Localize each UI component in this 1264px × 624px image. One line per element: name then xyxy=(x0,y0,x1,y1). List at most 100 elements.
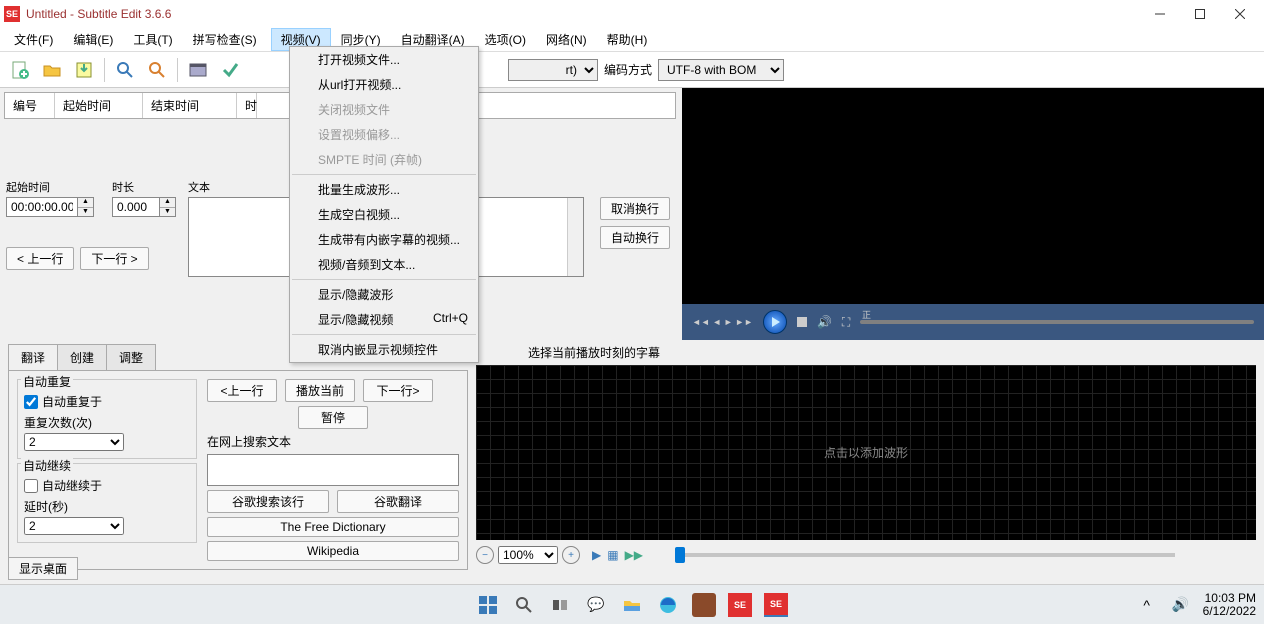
taskbar-app1-icon[interactable] xyxy=(692,593,716,617)
play-button[interactable] xyxy=(763,310,787,334)
waveform-hint: 点击以添加波形 xyxy=(824,444,908,461)
encoding-select[interactable]: UTF-8 with BOM xyxy=(658,59,784,81)
google-translate-button[interactable]: 谷歌翻译 xyxy=(337,490,459,513)
delay-select[interactable]: 2 xyxy=(24,517,124,535)
close-button[interactable] xyxy=(1220,0,1260,28)
pause-button[interactable]: 暂停 xyxy=(298,406,368,429)
auto-repeat-checkbox[interactable] xyxy=(24,395,38,409)
auto-wrap-button[interactable]: 自动换行 xyxy=(600,226,670,249)
menu-video-to-text[interactable]: 视频/音频到文本... xyxy=(290,252,478,277)
wave-grid-button[interactable]: ▦ xyxy=(607,548,618,562)
start-button[interactable] xyxy=(476,593,500,617)
taskbar-chat-icon[interactable]: 💬 xyxy=(584,593,608,617)
text-scrollbar[interactable] xyxy=(567,198,583,276)
taskbar-se-icon-active[interactable]: SE xyxy=(764,593,788,617)
skip-buttons[interactable]: ◄◄ ◄ ► ►► xyxy=(692,317,753,327)
col-end[interactable]: 结束时间 xyxy=(143,93,237,118)
col-duration[interactable]: 时 xyxy=(237,93,257,118)
waveform-canvas[interactable]: 点击以添加波形 xyxy=(476,365,1256,540)
start-time-label: 起始时间 xyxy=(6,179,94,195)
menu-network[interactable]: 网络(N) xyxy=(536,28,597,51)
volume-button[interactable]: 🔊 xyxy=(817,315,832,329)
rate-label: 正 xyxy=(862,308,871,321)
wave-skip-button[interactable]: ▶▶ xyxy=(625,548,643,562)
tab-translate[interactable]: 翻译 xyxy=(8,344,58,370)
delay-label: 延时(秒) xyxy=(24,498,190,515)
cancel-wrap-button[interactable]: 取消换行 xyxy=(600,197,670,220)
waveform-slider-thumb[interactable] xyxy=(675,547,685,563)
menu-gen-blank-video[interactable]: 生成空白视频... xyxy=(290,202,478,227)
maximize-button[interactable] xyxy=(1180,0,1220,28)
video-menu-dropdown: 打开视频文件... 从url打开视频... 关闭视频文件 设置视频偏移... S… xyxy=(289,46,479,363)
next-line-play-button[interactable]: 下一行> xyxy=(363,379,433,402)
player-controls: ◄◄ ◄ ► ►► 🔊 ⛶ 正 xyxy=(682,304,1264,340)
menu-set-video-offset: 设置视频偏移... xyxy=(290,122,478,147)
show-desktop-button[interactable]: 显示桌面 xyxy=(8,557,78,580)
col-number[interactable]: 编号 xyxy=(5,93,55,118)
stop-button[interactable] xyxy=(797,317,807,327)
auto-continue-cb-label: 自动继续于 xyxy=(42,477,102,494)
menu-gen-embed-video[interactable]: 生成带有内嵌字幕的视频... xyxy=(290,227,478,252)
tab-adjust[interactable]: 调整 xyxy=(106,344,156,370)
duration-stepper[interactable]: ▲▼ xyxy=(160,197,176,217)
duration-input[interactable] xyxy=(112,197,160,217)
zoom-out-button[interactable]: − xyxy=(476,546,494,564)
menu-help[interactable]: 帮助(H) xyxy=(597,28,658,51)
prev-line-button[interactable]: < 上一行 xyxy=(6,247,74,270)
spellcheck-button[interactable] xyxy=(216,56,244,84)
menu-batch-gen-waveform[interactable]: 批量生成波形... xyxy=(290,177,478,202)
play-current-button[interactable]: 播放当前 xyxy=(285,379,355,402)
zoom-select[interactable]: 100% xyxy=(498,546,558,564)
tab-create[interactable]: 创建 xyxy=(57,344,107,370)
waveform-slider[interactable] xyxy=(675,553,1175,557)
tray-clock[interactable]: 10:03 PM 6/12/2022 xyxy=(1203,592,1256,618)
replace-button[interactable] xyxy=(143,56,171,84)
menu-open-video-file[interactable]: 打开视频文件... xyxy=(290,47,478,72)
menu-options[interactable]: 选项(O) xyxy=(475,28,536,51)
task-view-icon[interactable] xyxy=(548,593,572,617)
taskbar-se-icon[interactable]: SE xyxy=(728,593,752,617)
search-web-input[interactable] xyxy=(207,454,459,486)
google-search-line-button[interactable]: 谷歌搜索该行 xyxy=(207,490,329,513)
menu-cancel-embed-controls[interactable]: 取消内嵌显示视频控件 xyxy=(290,337,478,362)
menu-separator xyxy=(292,334,476,335)
tray-chevron-icon[interactable]: ^ xyxy=(1135,593,1159,617)
toolbar: rt) 编码方式 UTF-8 with BOM xyxy=(0,52,1264,88)
auto-continue-checkbox[interactable] xyxy=(24,479,38,493)
prev-line-play-button[interactable]: <上一行 xyxy=(207,379,277,402)
toolbar-separator xyxy=(177,58,178,82)
next-line-button[interactable]: 下一行 > xyxy=(80,247,148,270)
taskbar-search-icon[interactable] xyxy=(512,593,536,617)
taskbar-edge-icon[interactable] xyxy=(656,593,680,617)
new-file-button[interactable] xyxy=(6,56,34,84)
visual-sync-button[interactable] xyxy=(184,56,212,84)
menu-open-video-url[interactable]: 从url打开视频... xyxy=(290,72,478,97)
menu-separator xyxy=(292,279,476,280)
open-file-button[interactable] xyxy=(38,56,66,84)
taskbar-explorer-icon[interactable] xyxy=(620,593,644,617)
start-time-input[interactable] xyxy=(6,197,78,217)
auto-repeat-cb-label: 自动重复于 xyxy=(42,393,102,410)
wikipedia-button[interactable]: Wikipedia xyxy=(207,541,459,561)
encoding-label: 编码方式 xyxy=(604,61,652,78)
menu-tools[interactable]: 工具(T) xyxy=(123,28,182,51)
format-select[interactable]: rt) xyxy=(508,59,598,81)
menu-edit[interactable]: 编辑(E) xyxy=(63,28,123,51)
menu-toggle-waveform[interactable]: 显示/隐藏波形 xyxy=(290,282,478,307)
fullscreen-button[interactable]: ⛶ xyxy=(842,315,850,330)
lower-panel: 翻译 创建 调整 自动重复 自动重复于 重复次数(次) 2 自动继续 自动继续于… xyxy=(0,340,1264,572)
play-wave-button[interactable]: ▶ xyxy=(592,548,601,562)
tray-volume-icon[interactable]: 🔊 xyxy=(1169,593,1193,617)
col-start[interactable]: 起始时间 xyxy=(55,93,143,118)
search-button[interactable] xyxy=(111,56,139,84)
progress-bar[interactable] xyxy=(860,320,1254,324)
menu-file[interactable]: 文件(F) xyxy=(4,28,63,51)
repeat-count-select[interactable]: 2 xyxy=(24,433,124,451)
free-dictionary-button[interactable]: The Free Dictionary xyxy=(207,517,459,537)
start-time-stepper[interactable]: ▲▼ xyxy=(78,197,94,217)
save-button[interactable] xyxy=(70,56,98,84)
menu-spell[interactable]: 拼写检查(S) xyxy=(183,28,267,51)
zoom-in-button[interactable]: + xyxy=(562,546,580,564)
menu-toggle-video[interactable]: 显示/隐藏视频Ctrl+Q xyxy=(290,307,478,332)
minimize-button[interactable] xyxy=(1140,0,1180,28)
